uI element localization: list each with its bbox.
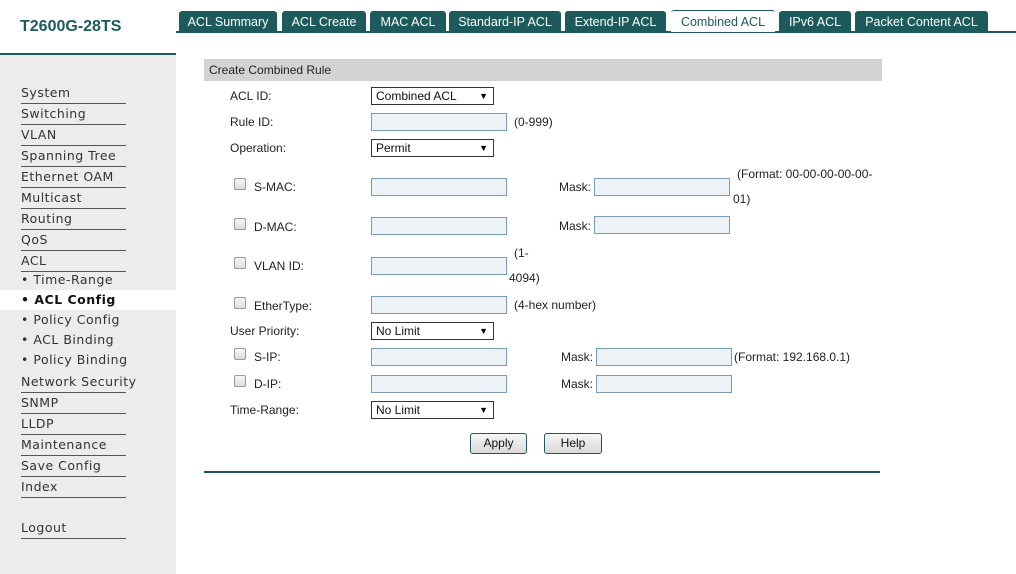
ethertype-hint: (4-hex number) bbox=[514, 298, 597, 312]
tab-ipv6-acl[interactable]: IPv6 ACL bbox=[779, 11, 851, 33]
panel-bottom-divider bbox=[204, 471, 880, 473]
triangle-down-icon: ▼ bbox=[479, 326, 488, 336]
dip-input[interactable] bbox=[371, 375, 507, 393]
rule-id-hint: (0-999) bbox=[514, 115, 553, 129]
smac-mask-label: Mask: bbox=[559, 180, 592, 194]
vlan-id-checkbox[interactable] bbox=[234, 257, 246, 269]
sidebar-subitem-policy-config[interactable]: • Policy Config bbox=[21, 310, 141, 330]
vlan-id-hint-line2: 4094) bbox=[509, 271, 540, 285]
dmac-checkbox[interactable] bbox=[234, 218, 246, 230]
brand-header: T2600G-28TS bbox=[0, 0, 176, 55]
operation-label: Operation: bbox=[230, 141, 287, 155]
triangle-down-icon: ▼ bbox=[479, 143, 488, 153]
sidebar-item-routing[interactable]: Routing bbox=[21, 209, 126, 230]
triangle-down-icon: ▼ bbox=[479, 91, 488, 101]
dip-label: D-IP: bbox=[254, 377, 282, 391]
operation-select[interactable]: Permit ▼ bbox=[371, 139, 494, 157]
sidebar-item-ethernet-oam[interactable]: Ethernet OAM bbox=[21, 167, 126, 188]
sidebar-item-network-security[interactable]: Network Security bbox=[21, 372, 136, 393]
panel-title: Create Combined Rule bbox=[204, 59, 882, 81]
ethertype-input[interactable] bbox=[371, 296, 507, 314]
tab-packet-content-acl[interactable]: Packet Content ACL bbox=[855, 11, 988, 33]
sip-checkbox[interactable] bbox=[234, 348, 246, 360]
user-priority-label: User Priority: bbox=[230, 324, 300, 338]
sidebar-subitem-acl-binding[interactable]: • ACL Binding bbox=[21, 330, 141, 350]
sidebar-subitem-time-range[interactable]: • Time-Range bbox=[21, 270, 141, 290]
help-button[interactable]: Help bbox=[544, 433, 602, 454]
smac-checkbox[interactable] bbox=[234, 178, 246, 190]
smac-mask-input[interactable] bbox=[594, 178, 730, 196]
tab-mac-acl[interactable]: MAC ACL bbox=[370, 11, 446, 33]
sidebar-item-qos[interactable]: QoS bbox=[21, 230, 126, 251]
time-range-select[interactable]: No Limit ▼ bbox=[371, 401, 494, 419]
time-range-label: Time-Range: bbox=[230, 403, 299, 417]
smac-format-hint-line1: (Format: 00-00-00-00-00- bbox=[737, 167, 873, 181]
sidebar-item-lldp[interactable]: LLDP bbox=[21, 414, 126, 435]
sip-format-hint: (Format: 192.168.0.1) bbox=[734, 350, 851, 364]
operation-value: Permit bbox=[376, 141, 411, 155]
sidebar-item-index[interactable]: Index bbox=[21, 477, 126, 498]
sidebar-item-maintenance[interactable]: Maintenance bbox=[21, 435, 126, 456]
sip-mask-input[interactable] bbox=[596, 348, 732, 366]
vlan-id-hint-line1: (1- bbox=[514, 246, 529, 260]
dmac-input[interactable] bbox=[371, 217, 507, 235]
sip-input[interactable] bbox=[371, 348, 507, 366]
sidebar-item-save-config[interactable]: Save Config bbox=[21, 456, 126, 477]
tab-acl-summary[interactable]: ACL Summary bbox=[179, 11, 277, 33]
acl-id-value: Combined ACL bbox=[376, 89, 457, 103]
tab-acl-create[interactable]: ACL Create bbox=[282, 11, 366, 33]
user-priority-select[interactable]: No Limit ▼ bbox=[371, 322, 494, 340]
user-priority-value: No Limit bbox=[376, 324, 421, 338]
sip-mask-label: Mask: bbox=[561, 350, 594, 364]
triangle-down-icon: ▼ bbox=[479, 405, 488, 415]
dip-checkbox[interactable] bbox=[234, 375, 246, 387]
sidebar-item-snmp[interactable]: SNMP bbox=[21, 393, 126, 414]
dip-mask-input[interactable] bbox=[596, 375, 732, 393]
sip-label: S-IP: bbox=[254, 350, 281, 364]
smac-label: S-MAC: bbox=[254, 180, 296, 194]
sidebar-item-spanning-tree[interactable]: Spanning Tree bbox=[21, 146, 126, 167]
sidebar-item-acl[interactable]: ACL bbox=[21, 251, 126, 272]
acl-id-label: ACL ID: bbox=[230, 89, 272, 103]
vlan-id-label: VLAN ID: bbox=[254, 259, 305, 273]
sidebar-subitem-policy-binding[interactable]: • Policy Binding bbox=[21, 350, 141, 370]
sidebar-item-multicast[interactable]: Multicast bbox=[21, 188, 126, 209]
sidebar-item-system[interactable]: System bbox=[21, 83, 126, 104]
tab-standard-ip-acl[interactable]: Standard-IP ACL bbox=[449, 11, 561, 33]
ethertype-checkbox[interactable] bbox=[234, 297, 246, 309]
smac-format-hint-line2: 01) bbox=[733, 192, 751, 206]
rule-id-label: Rule ID: bbox=[230, 115, 274, 129]
sidebar-item-switching[interactable]: Switching bbox=[21, 104, 126, 125]
sidebar-subitem-acl-config[interactable]: • ACL Config bbox=[0, 290, 176, 310]
dmac-mask-input[interactable] bbox=[594, 216, 730, 234]
sidebar-item-logout[interactable]: Logout bbox=[21, 518, 126, 539]
dmac-mask-label: Mask: bbox=[559, 219, 592, 233]
tab-combined-acl[interactable]: Combined ACL bbox=[671, 10, 775, 32]
smac-input[interactable] bbox=[371, 178, 507, 196]
time-range-value: No Limit bbox=[376, 403, 421, 417]
dip-mask-label: Mask: bbox=[561, 377, 594, 391]
sidebar-item-vlan[interactable]: VLAN bbox=[21, 125, 126, 146]
sidebar: T2600G-28TS System Switching VLAN Spanni… bbox=[0, 0, 176, 574]
ethertype-label: EtherType: bbox=[254, 299, 313, 313]
brand-name: T2600G-28TS bbox=[20, 18, 122, 35]
tab-extend-ip-acl[interactable]: Extend-IP ACL bbox=[565, 11, 666, 33]
rule-id-input[interactable] bbox=[371, 113, 507, 131]
apply-button[interactable]: Apply bbox=[470, 433, 527, 454]
vlan-id-input[interactable] bbox=[371, 257, 507, 275]
acl-id-select[interactable]: Combined ACL ▼ bbox=[371, 87, 494, 105]
dmac-label: D-MAC: bbox=[254, 220, 297, 234]
